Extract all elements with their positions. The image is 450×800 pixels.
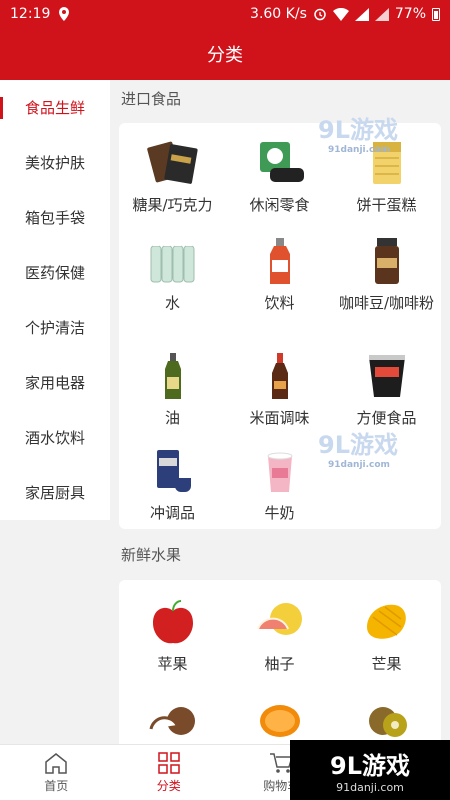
watermark-site: 91danji.com (336, 781, 404, 794)
sidebar-item-label: 箱包手袋 (24, 209, 85, 227)
category-drinks[interactable]: 饮料 (226, 233, 333, 314)
signal-icon (354, 7, 369, 21)
watermark-logo: 9L游戏 91danji.com (318, 110, 398, 155)
apple-icon (152, 599, 193, 643)
home-icon (45, 753, 67, 774)
watermark-logo-2: 9L游戏 91danji.com (318, 425, 398, 470)
battery-percent: 77% (394, 6, 426, 22)
category-pomelo[interactable]: 柚子 (226, 594, 333, 675)
sidebar-item-food[interactable]: 食品生鲜 (0, 80, 110, 135)
sidebar-item-label: 美妆护肤 (24, 154, 85, 172)
alarm-icon (314, 8, 326, 21)
grid-icon (158, 752, 180, 774)
milk-cup-icon (267, 452, 292, 492)
category-label: 休闲零食 (249, 196, 310, 214)
page-header: 分类 (0, 28, 450, 80)
sidebar-item-label: 家用电器 (24, 374, 85, 392)
category-label: 牛奶 (264, 504, 295, 522)
mango-icon (366, 604, 406, 639)
status-time: 12:19 (10, 6, 51, 22)
tab-home[interactable]: 首页 (0, 745, 113, 800)
fresh-fruit-card: 苹果 柚子 芒果 (119, 580, 441, 750)
watermark-brand: 9L游戏 (330, 752, 410, 780)
sidebar-item-label: 食品生鲜 (24, 99, 85, 117)
category-kiwi[interactable] (333, 692, 440, 747)
sidebar-item-appliances[interactable]: 家用电器 (0, 355, 110, 410)
sidebar-item-label: 酒水饮料 (24, 429, 85, 447)
pomelo-icon (256, 602, 302, 635)
sidebar-item-personal-care[interactable]: 个护清洁 (0, 300, 110, 355)
sidebar-item-beauty[interactable]: 美妆护肤 (0, 135, 110, 190)
chocolate-icon (146, 141, 198, 184)
oil-bottle-icon (164, 352, 181, 399)
instant-noodle-icon (368, 354, 405, 397)
watermark-brand: 9L游戏 (318, 431, 398, 459)
watermark-corner: 9L游戏 91danji.com (290, 740, 450, 800)
coffee-jar-icon (374, 237, 399, 284)
sidebar-item-bags[interactable]: 箱包手袋 (0, 190, 110, 245)
category-water[interactable]: 水 (119, 233, 226, 314)
category-oil[interactable]: 油 (119, 348, 226, 429)
tab-category[interactable]: 分类 (113, 745, 226, 800)
sidebar-item-label: 个护清洁 (24, 319, 85, 337)
category-label: 咖啡豆/咖啡粉 (338, 294, 435, 312)
category-coffee[interactable]: 咖啡豆/咖啡粉 (333, 233, 440, 314)
category-staples-seasoning[interactable]: 米面调味 (226, 348, 333, 429)
category-label: 芒果 (371, 655, 402, 673)
section-title-imported-food: 进口食品 (121, 90, 182, 108)
watermark-site: 91danji.com (328, 460, 390, 470)
tab-label: 分类 (156, 779, 181, 793)
category-label: 苹果 (157, 655, 188, 673)
tab-label: 首页 (44, 779, 69, 793)
battery-icon (432, 7, 440, 21)
status-bar: 12:19 3.60 K/s 77% (0, 0, 450, 28)
category-label: 糖果/巧克力 (132, 196, 213, 214)
category-orange[interactable] (226, 692, 333, 747)
sidebar-item-home-kitchen[interactable]: 家居厨具 (0, 465, 110, 520)
category-apple[interactable]: 苹果 (119, 594, 226, 675)
page-title: 分类 (207, 45, 243, 66)
sidebar-item-label: 医药保健 (24, 264, 85, 282)
category-label: 油 (164, 409, 180, 427)
category-mango[interactable]: 芒果 (333, 594, 440, 675)
signal-icon-2 (374, 7, 389, 21)
location-icon (59, 7, 70, 21)
kiwi-icon (368, 706, 407, 737)
wifi-icon (332, 7, 349, 21)
category-coconut[interactable] (119, 692, 226, 747)
category-beverage-mix[interactable]: 冲调品 (119, 443, 226, 524)
coconut-icon (149, 706, 195, 735)
category-sidebar: 食品生鲜 美妆护肤 箱包手袋 医药保健 个护清洁 家用电器 酒水饮料 家居厨具 (0, 80, 110, 520)
category-label: 米面调味 (249, 409, 310, 427)
orange-icon (259, 704, 300, 737)
category-candy-chocolate[interactable]: 糖果/巧克力 (119, 135, 226, 216)
category-label: 柚子 (264, 655, 295, 673)
category-snacks[interactable]: 休闲零食 (226, 135, 333, 216)
watermark-site: 91danji.com (328, 145, 390, 155)
category-label: 饮料 (264, 294, 295, 312)
drink-bottle-icon (269, 237, 290, 284)
category-label: 饼干蛋糕 (356, 196, 417, 214)
water-bottles-icon (150, 239, 194, 282)
sidebar-item-health[interactable]: 医药保健 (0, 245, 110, 300)
beverage-mix-icon (156, 449, 191, 492)
sidebar-item-label: 家居厨具 (24, 484, 85, 502)
snack-icon (259, 141, 304, 182)
section-title-fresh-fruit: 新鲜水果 (121, 546, 182, 564)
network-speed: 3.60 K/s (250, 6, 307, 22)
sidebar-item-drinks[interactable]: 酒水饮料 (0, 410, 110, 465)
category-label: 冲调品 (149, 504, 195, 522)
watermark-brand: 9L游戏 (318, 116, 398, 144)
category-instant-food[interactable]: 方便食品 (333, 348, 440, 429)
sauce-bottle-icon (271, 352, 288, 399)
category-milk[interactable]: 牛奶 (226, 443, 333, 524)
category-label: 水 (164, 294, 180, 312)
